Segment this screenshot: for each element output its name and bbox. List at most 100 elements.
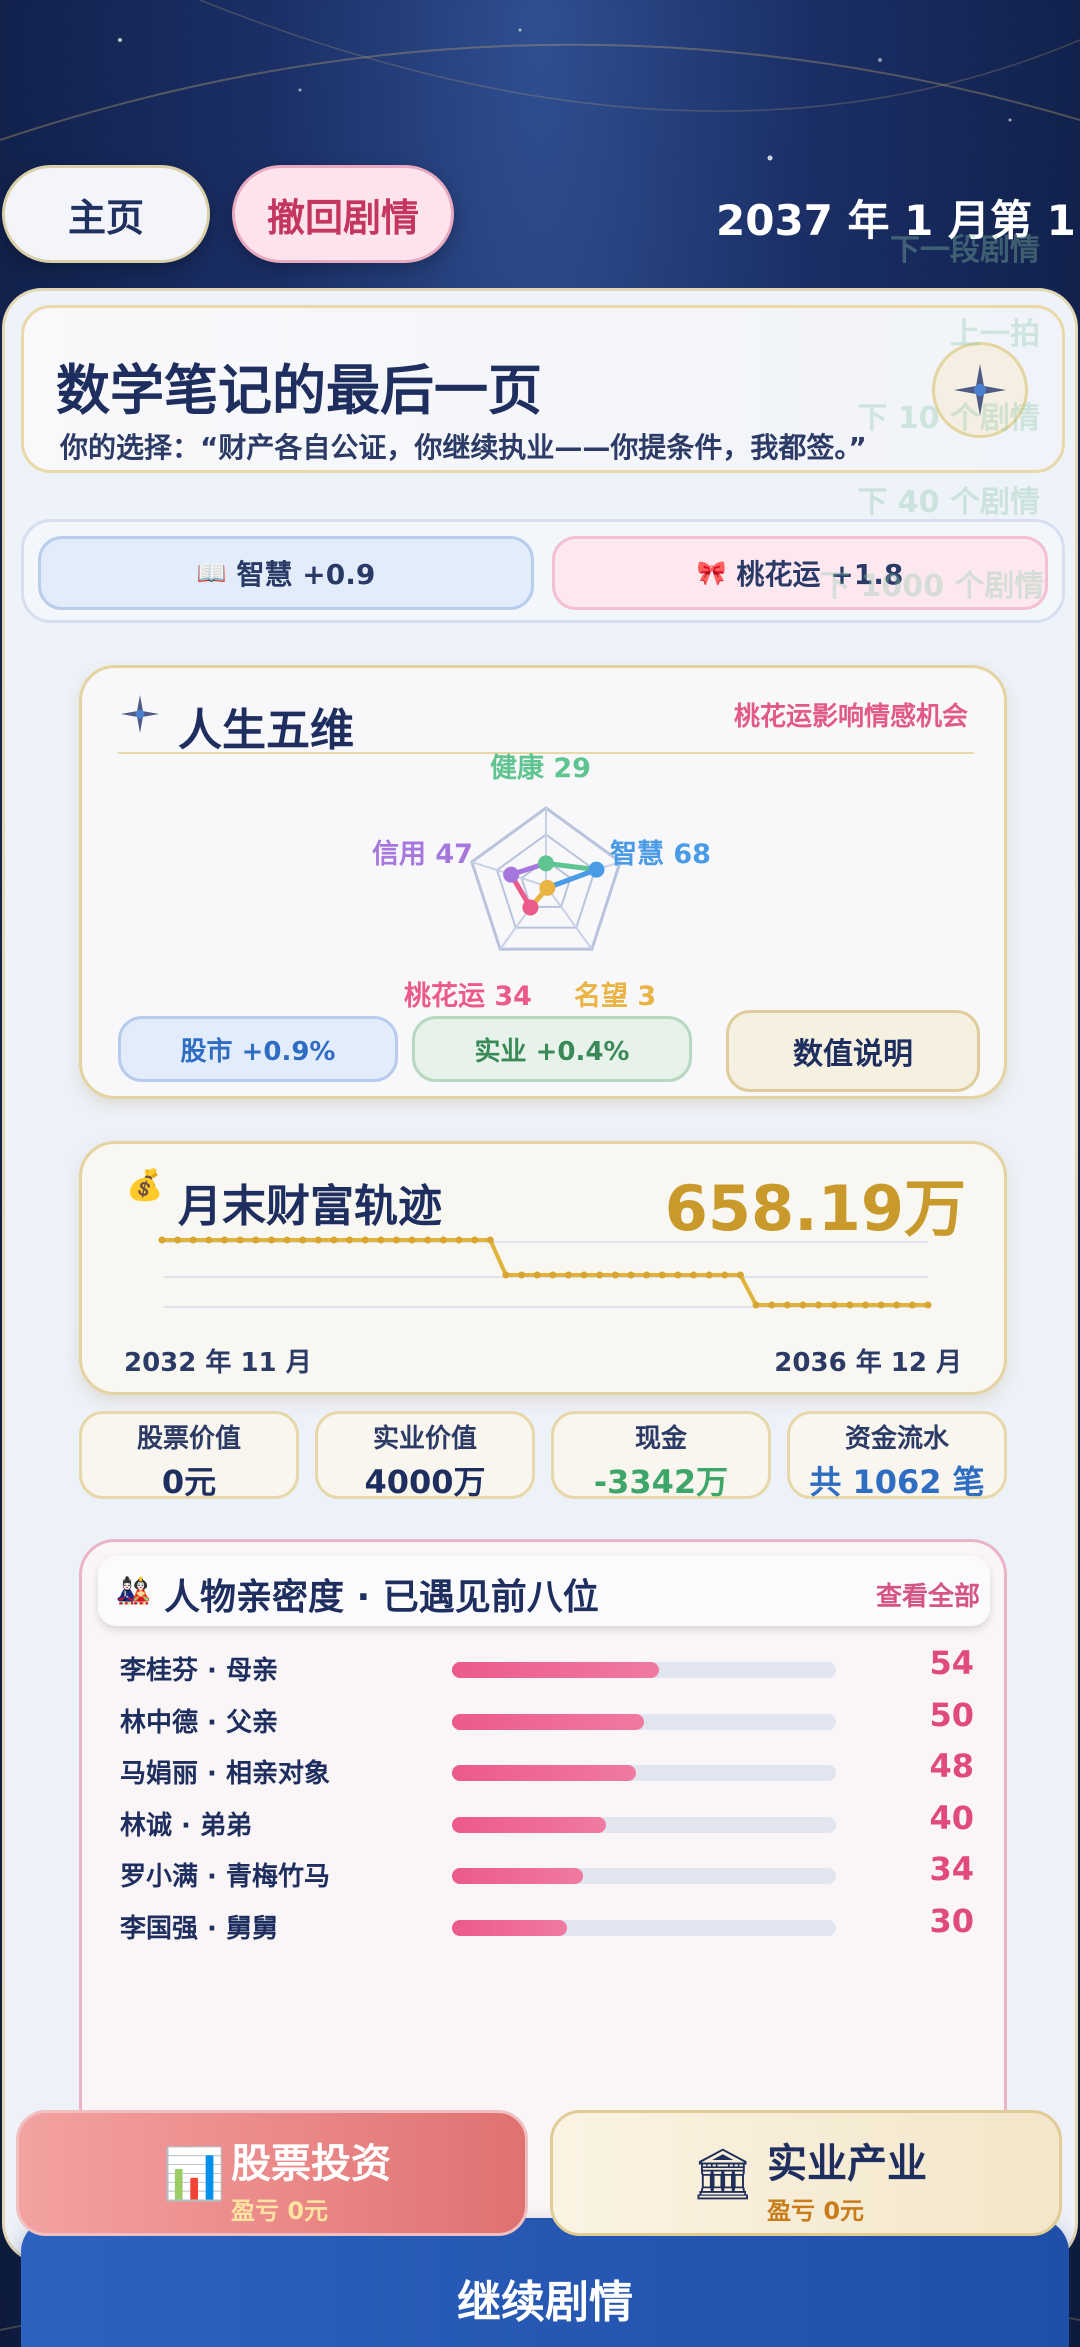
menu-next-10[interactable]: 下 10 个剧情 [820,393,1040,437]
wealth-point [424,1236,432,1244]
radar-point [539,879,556,896]
radar-point [588,861,605,878]
wealth-point [392,1236,400,1244]
wealth-point [486,1236,494,1244]
radar-point [503,866,520,883]
wealth-point [690,1271,698,1279]
metric-value: -3342万 [593,1463,729,1501]
story-choice: 你的选择：“财产各自公证，你继续执业——你提条件，我都签。” [60,431,867,464]
wealth-point [783,1301,791,1309]
person-name: 马娟丽 · 相亲对象 [120,1759,330,1789]
wealth-point [768,1301,776,1309]
wealth-point [721,1271,729,1279]
metric-value: 共 1062 笔 [809,1463,985,1501]
intimacy-bar-track [452,1919,836,1936]
menu-next-40[interactable]: 下 40 个剧情 [820,477,1040,521]
intimacy-bar-fill [452,1919,568,1936]
radar-label-love: 桃花运 34 [404,981,532,1012]
menu-next-segment[interactable]: 下一段剧情 [820,225,1040,269]
wealth-point [518,1271,526,1279]
wealth-point [611,1271,619,1279]
person-name: 罗小满 · 青梅竹马 [120,1862,330,1892]
wealth-point [861,1301,869,1309]
home-button[interactable]: 主页 [2,165,210,263]
wealth-point [658,1271,666,1279]
wealth-point [830,1301,838,1309]
wealth-point [236,1236,244,1244]
wealth-line [162,1238,928,1307]
stock-investment-button[interactable]: 📊 股票投资 盈亏 0元 [16,2110,528,2236]
wealth-point [361,1236,369,1244]
wealth-point [736,1271,744,1279]
intimacy-bar-fill [452,1868,583,1884]
wealth-point [627,1271,635,1279]
intimacy-row[interactable]: 马娟丽 · 相亲对象 48 [82,1745,1004,1797]
intimacy-row[interactable]: 李国强 · 舅舅 30 [82,1900,1004,1952]
industry-investment-button[interactable]: 🏛 实业产业 盈亏 0元 [550,2110,1062,2236]
radar-label-fame: 名望 3 [574,981,657,1012]
undo-story-button[interactable]: 撤回剧情 [232,165,454,263]
factory-icon: 🏛 [691,2145,755,2203]
wealth-point [846,1301,854,1309]
wealth-point [346,1236,354,1244]
quick-jump-menu: 下一段剧情 上一拍 下 10 个剧情 下 40 个剧情 下 1000 个剧情 [820,225,1044,645]
wealth-point [439,1236,447,1244]
book-icon: 📖 [196,559,227,587]
intimacy-row[interactable]: 李桂芬 · 母亲 54 [82,1642,1004,1694]
intimacy-bar-track [452,1713,836,1730]
wealth-point [174,1236,182,1244]
person-name: 李桂芬 · 母亲 [120,1656,278,1686]
person-name: 林中德 · 父亲 [120,1707,278,1738]
effect-label: 智慧 +0.9 [236,558,376,591]
metric-label: 资金流水 [844,1424,949,1454]
stock-market-button[interactable]: 股市 +0.9% [118,1016,398,1082]
stock-investment-pnl: 盈亏 0元 [231,2197,329,2225]
person-name: 李国强 · 舅舅 [120,1913,278,1944]
menu-prev-beat[interactable]: 上一拍 [820,309,1040,353]
view-all-link[interactable]: 查看全部 [876,1576,980,1613]
stats-explain-button[interactable]: 数值说明 [726,1010,980,1092]
wealth-point [643,1271,651,1279]
intimacy-bar-fill [452,1662,660,1678]
radar-axis [545,885,593,950]
wealth-point [205,1236,213,1244]
metric-value: 4000万 [364,1463,486,1501]
menu-next-1000[interactable]: 下 1000 个剧情 [820,561,1044,605]
industry-investment-pnl: 盈亏 0元 [767,2197,865,2225]
intimacy-value: 30 [929,1901,974,1940]
intimacy-row[interactable]: 罗小满 · 青梅竹马 34 [82,1848,1004,1900]
wealth-point [799,1301,807,1309]
wealth-point [877,1301,885,1309]
wealth-point [221,1236,229,1244]
intimacy-value: 40 [929,1798,974,1837]
wealth-point [252,1236,260,1244]
metric-cashflow[interactable]: 资金流水 共 1062 笔 [787,1411,1007,1501]
radar-label-wisdom: 智慧 68 [610,839,711,870]
intimacy-header: 🎎 人物亲密度 · 已遇见前八位 查看全部 [98,1556,990,1626]
metric-stock-value: 股票价值 0元 [79,1411,299,1501]
intimacy-value: 50 [929,1695,974,1734]
wealth-point [924,1301,932,1309]
person-name: 林诚 · 弟弟 [120,1810,252,1841]
metric-cash: 现金 -3342万 [551,1411,771,1501]
metric-label: 实业价值 [372,1424,477,1454]
intimacy-row[interactable]: 林中德 · 父亲 50 [82,1694,1004,1746]
metric-industry-value: 实业价值 4000万 [315,1411,535,1501]
metric-label: 现金 [634,1424,687,1454]
wealth-point [471,1236,479,1244]
intimacy-bar-fill [452,1816,606,1833]
wealth-point [267,1236,275,1244]
wealth-point [408,1236,416,1244]
industry-button[interactable]: 实业 +0.4% [412,1016,692,1082]
industry-investment-title: 实业产业 [767,2141,927,2187]
intimacy-row[interactable]: 林诚 · 弟弟 40 [82,1797,1004,1849]
wealth-point [674,1271,682,1279]
wealth-point [455,1236,463,1244]
wealth-point [314,1236,322,1244]
intimacy-value: 48 [929,1747,974,1785]
intimacy-bar-fill [452,1765,637,1781]
continue-story-button[interactable]: 继续剧情 [21,2218,1069,2347]
intimacy-value: 54 [929,1644,974,1682]
people-icon: 🎎 [116,1574,151,1607]
wealth-point [815,1301,823,1309]
